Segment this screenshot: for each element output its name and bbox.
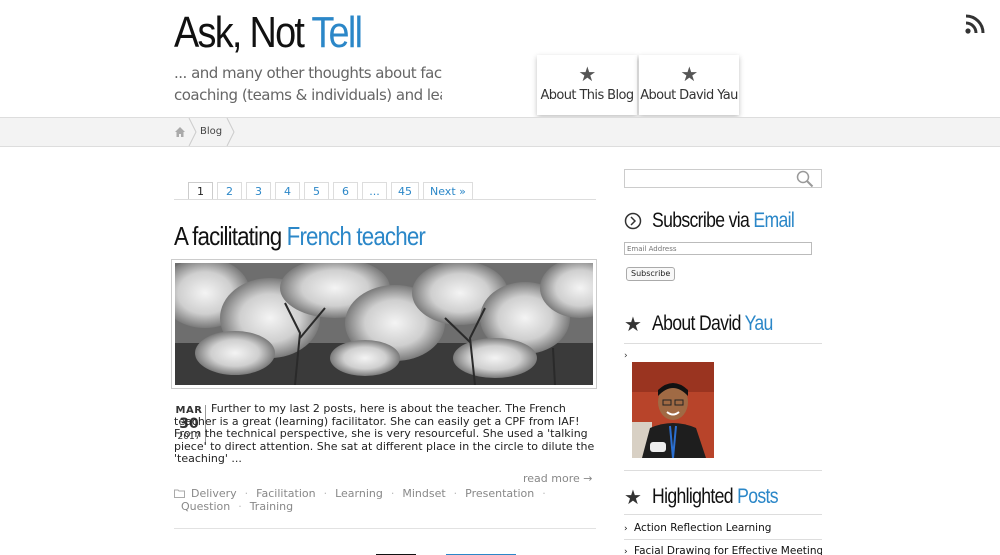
divider	[174, 528, 596, 529]
next-post-title-partial[interactable]	[196, 542, 536, 555]
post-excerpt: Further to my last 2 posts, here is abou…	[174, 402, 595, 466]
star-icon: ★	[624, 312, 642, 336]
post-title[interactable]: A facilitating French teacher	[174, 221, 426, 252]
chevron-right-icon: ›	[624, 547, 628, 555]
divider	[624, 343, 822, 344]
breadcrumb-separator	[226, 118, 235, 146]
divider	[624, 514, 822, 515]
divider	[624, 539, 822, 540]
widget-title-main: About David	[652, 312, 741, 335]
highlighted-post-label: Action Reflection Learning	[634, 522, 772, 534]
highlighted-post-link[interactable]: › Action Reflection Learning	[624, 522, 822, 534]
post-title-highlight: French teacher	[286, 221, 426, 251]
widget-title-highlight: Email	[753, 209, 795, 232]
widget-title-highlighted: Highlighted Posts	[652, 485, 779, 509]
page-link[interactable]: 6	[333, 182, 358, 200]
site-title-highlight: Tell	[311, 8, 363, 57]
blossom-tree-photo	[175, 263, 593, 385]
widget-title-highlight: Yau	[744, 312, 774, 335]
about-link[interactable]: ›	[624, 351, 628, 361]
page-link[interactable]: 2	[217, 182, 242, 200]
page-link[interactable]: 5	[304, 182, 329, 200]
nav-tab-about-david[interactable]: ★ About David Yau	[639, 55, 739, 115]
tagline-line-2: coaching (teams & individuals) and learn…	[174, 86, 442, 104]
chevron-circle-icon	[624, 212, 642, 230]
tag-link[interactable]: Mindset	[402, 487, 445, 500]
page-link[interactable]: 1	[188, 182, 213, 200]
next-page-link[interactable]: Next »	[423, 182, 473, 200]
page-link[interactable]: 45	[391, 182, 419, 200]
site-title-main: Ask, Not	[174, 8, 305, 57]
widget-title-highlight: Posts	[737, 485, 778, 508]
email-field[interactable]	[624, 242, 812, 255]
highlighted-post-label: Facial Drawing for Effective Meeting	[634, 545, 822, 555]
nav-tab-label: About This Blog	[540, 88, 634, 103]
nav-tab-label: About David Yau	[640, 88, 738, 103]
folder-icon	[174, 489, 185, 498]
widget-title-about: About David Yau	[652, 312, 773, 336]
star-icon: ★	[680, 62, 698, 86]
divider	[624, 470, 822, 471]
search-icon[interactable]	[796, 170, 814, 188]
breadcrumb: Blog	[0, 117, 1000, 147]
page-link[interactable]: 3	[246, 182, 271, 200]
divider	[174, 199, 596, 200]
page-link[interactable]: 4	[275, 182, 300, 200]
breadcrumb-item-blog[interactable]: Blog	[200, 126, 222, 137]
post-tags: Delivery · Facilitation · Learning · Mindset · P…	[174, 487, 594, 513]
widget-title-main: Subscribe via	[652, 209, 750, 232]
tagline-line-1: ... and many other thoughts about facili…	[174, 64, 442, 82]
post-title-main: A facilitating	[174, 221, 282, 251]
tag-link[interactable]: Presentation	[465, 487, 534, 500]
tag-link[interactable]: Delivery	[191, 487, 237, 500]
tag-link[interactable]: Training	[250, 500, 293, 513]
site-title[interactable]: Ask, Not Tell	[174, 8, 363, 58]
read-more-link[interactable]: read more →	[523, 472, 592, 485]
tag-link[interactable]: Question	[181, 500, 230, 513]
star-icon: ★	[624, 485, 642, 509]
subscribe-button[interactable]: Subscribe	[626, 267, 676, 281]
search-input[interactable]	[624, 169, 822, 188]
avatar[interactable]	[632, 362, 714, 458]
widget-title-main: Highlighted	[652, 485, 734, 508]
rss-icon[interactable]	[965, 14, 985, 34]
tag-link[interactable]: Learning	[335, 487, 383, 500]
nav-tab-about-blog[interactable]: ★ About This Blog	[537, 55, 637, 115]
tag-link[interactable]: Facilitation	[256, 487, 315, 500]
highlighted-post-link[interactable]: › Facial Drawing for Effective Meeting	[624, 545, 822, 555]
pagination: 1 2 3 4 5 6 ... 45 Next »	[188, 182, 473, 200]
site-tagline: ... and many other thoughts about facili…	[174, 62, 442, 106]
site-header: Ask, Not Tell ... and many other thought…	[0, 0, 1000, 117]
page-ellipsis: ...	[362, 182, 387, 200]
widget-title-subscribe: Subscribe via Email	[652, 209, 795, 233]
home-icon[interactable]	[174, 126, 186, 138]
breadcrumb-separator	[188, 118, 197, 146]
chevron-right-icon: ›	[624, 524, 628, 534]
star-icon: ★	[578, 62, 596, 86]
post-featured-image[interactable]	[171, 259, 597, 389]
